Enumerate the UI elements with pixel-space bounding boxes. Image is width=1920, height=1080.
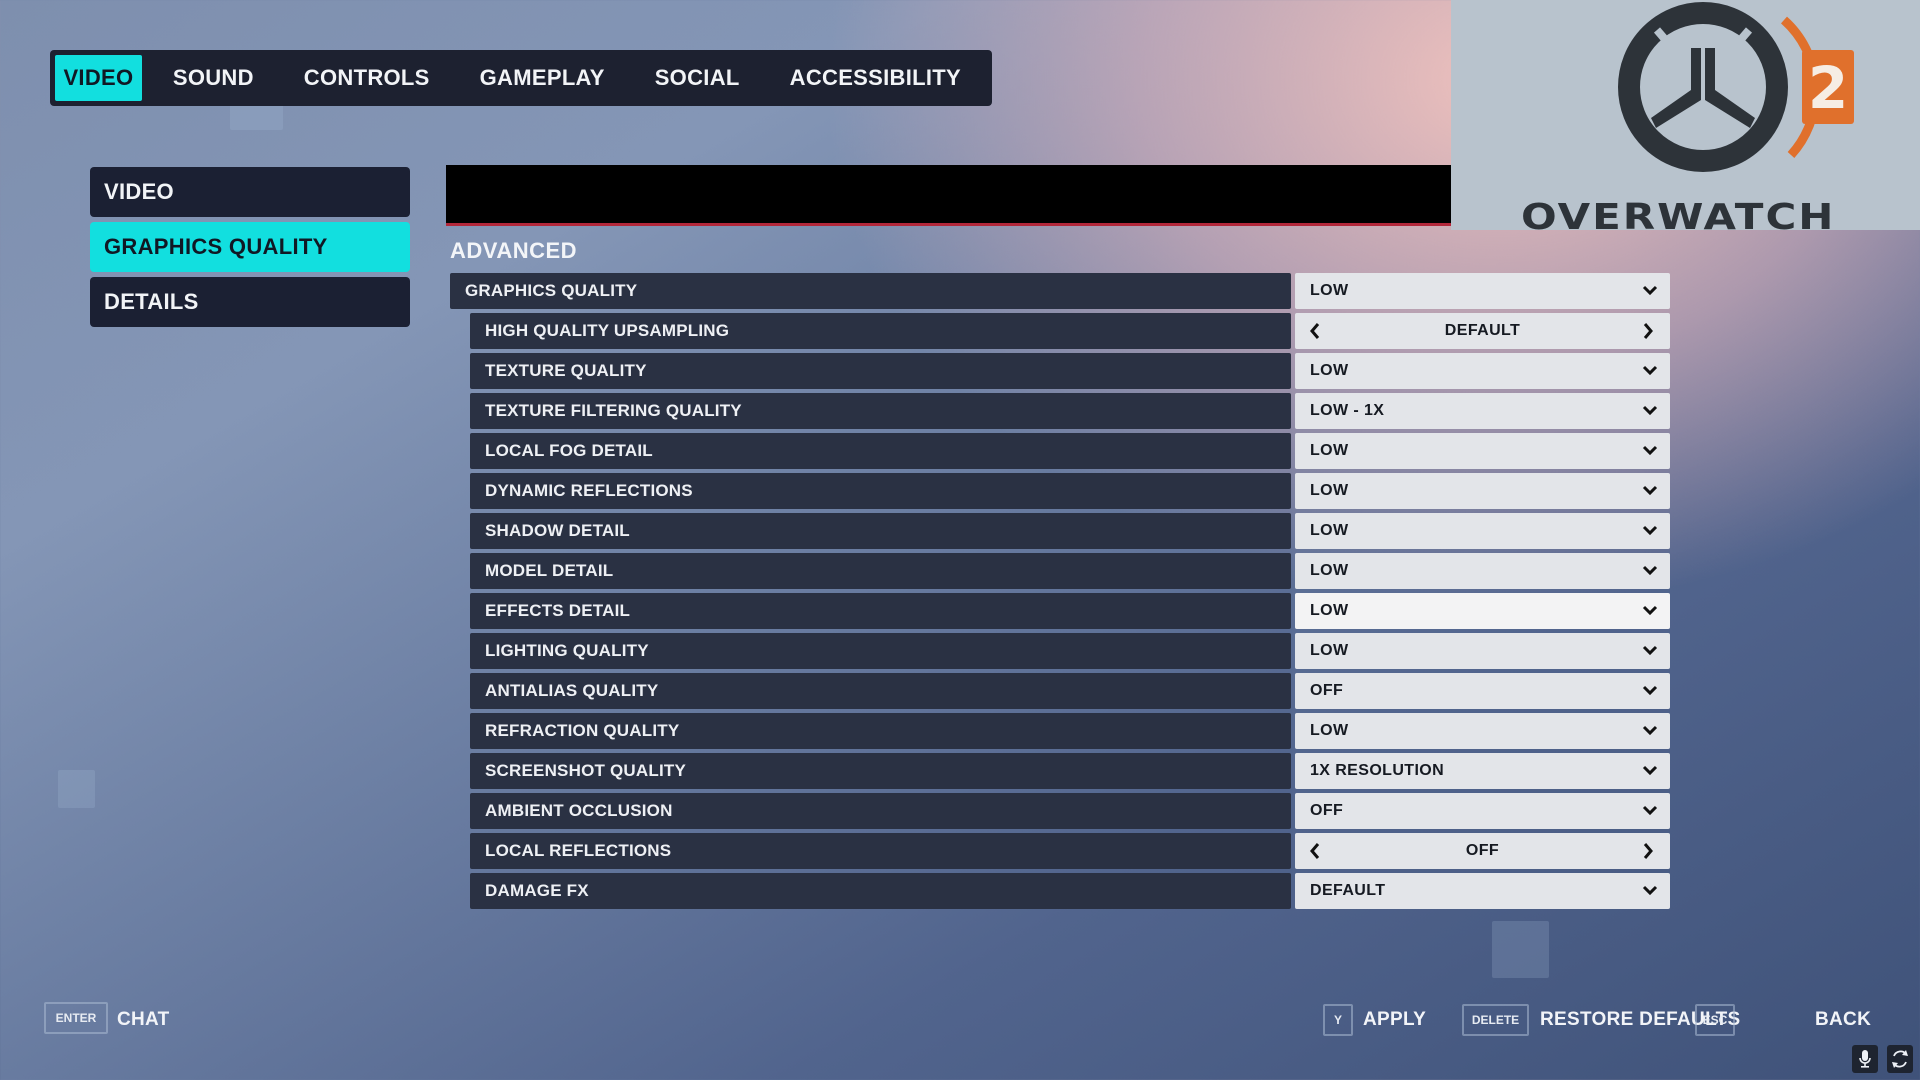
setting-label: TEXTURE QUALITY [470,353,1291,389]
section-title: ADVANCED [450,238,578,263]
overwatch-wordmark: OVERWATCH [1521,195,1836,238]
tab-controls[interactable]: CONTROLS [285,55,449,101]
setting-dropdown[interactable]: LOW [1295,633,1670,669]
chevron-down-icon [1642,683,1658,697]
setting-label: LOCAL REFLECTIONS [470,833,1291,869]
setting-label: SCREENSHOT QUALITY [470,753,1291,789]
setting-dropdown[interactable]: LOW [1295,553,1670,589]
setting-value: LOW [1310,642,1349,659]
setting-label: DYNAMIC REFLECTIONS [470,473,1291,509]
chevron-down-icon [1642,603,1658,617]
setting-value: LOW [1310,602,1349,619]
setting-label: LOCAL FOG DETAIL [470,433,1291,469]
setting-dropdown[interactable]: LOW [1295,433,1670,469]
chevron-down-icon [1642,443,1658,457]
setting-value: LOW [1310,442,1349,459]
setting-dropdown[interactable]: 1X RESOLUTION [1295,753,1670,789]
chevron-down-icon [1642,763,1658,777]
setting-value: LOW - 1X [1310,402,1385,419]
setting-dropdown[interactable]: LOW [1295,713,1670,749]
preview-banner [446,165,1451,226]
setting-dropdown[interactable]: OFF [1295,673,1670,709]
tab-gameplay[interactable]: GAMEPLAY [461,55,624,101]
subnav-video[interactable]: VIDEO [90,167,410,217]
chevron-down-icon [1642,883,1658,897]
setting-label: TEXTURE FILTERING QUALITY [470,393,1291,429]
setting-value: LOW [1310,282,1349,299]
background-decoration [58,770,95,808]
setting-label: DAMAGE FX [470,873,1291,909]
video-subsection-nav: VIDEO GRAPHICS QUALITY DETAILS [90,167,410,332]
setting-dropdown[interactable]: LOW [1295,273,1670,309]
enter-key-badge: ENTER [44,1002,108,1034]
background-decoration [1492,921,1549,978]
chevron-down-icon [1642,483,1658,497]
setting-label: ANTIALIAS QUALITY [470,673,1291,709]
microphone-icon[interactable] [1852,1045,1878,1073]
setting-label: EFFECTS DETAIL [470,593,1291,629]
setting-value: OFF [1465,842,1500,859]
svg-text:2: 2 [1808,54,1848,122]
chevron-down-icon [1642,643,1658,657]
refresh-icon[interactable] [1887,1045,1913,1073]
setting-dropdown[interactable]: LOW [1295,513,1670,549]
chevron-down-icon [1642,523,1658,537]
setting-dropdown[interactable]: LOW [1295,473,1670,509]
apply-label[interactable]: APPLY [1363,1009,1426,1031]
esc-key-badge: ESC [1695,1004,1735,1036]
chevron-down-icon [1642,283,1658,297]
setting-label: AMBIENT OCCLUSION [470,793,1291,829]
tab-sound[interactable]: SOUND [154,55,273,101]
setting-value: LOW [1310,482,1349,499]
setting-label: MODEL DETAIL [470,553,1291,589]
overwatch-emblem-icon: 2 [1618,2,1854,172]
tab-video[interactable]: VIDEO [55,55,142,101]
settings-category-tabs: VIDEO SOUND CONTROLS GAMEPLAY SOCIAL ACC… [50,50,992,106]
setting-dropdown[interactable]: OFF [1295,793,1670,829]
setting-stepper[interactable]: OFF [1295,833,1670,869]
setting-value: OFF [1310,682,1344,699]
chevron-down-icon [1642,403,1658,417]
setting-label: HIGH QUALITY UPSAMPLING [470,313,1291,349]
setting-label: LIGHTING QUALITY [470,633,1291,669]
setting-dropdown[interactable]: DEFAULT [1295,873,1670,909]
setting-label: REFRACTION QUALITY [470,713,1291,749]
chevron-right-icon[interactable] [1642,322,1654,340]
setting-label: GRAPHICS QUALITY [450,273,1291,309]
setting-value: LOW [1310,562,1349,579]
tab-accessibility[interactable]: ACCESSIBILITY [771,55,980,101]
setting-dropdown[interactable]: LOW [1295,353,1670,389]
setting-value: DEFAULT [1310,882,1386,899]
chevron-down-icon [1642,723,1658,737]
chevron-down-icon [1642,363,1658,377]
subnav-details[interactable]: DETAILS [90,277,410,327]
chat-label[interactable]: CHAT [117,1009,170,1031]
chevron-down-icon [1642,803,1658,817]
setting-value: OFF [1310,802,1344,819]
setting-dropdown[interactable]: LOW - 1X [1295,393,1670,429]
subnav-graphics-quality[interactable]: GRAPHICS QUALITY [90,222,410,272]
tab-social[interactable]: SOCIAL [636,55,759,101]
setting-value: 1X RESOLUTION [1310,762,1445,779]
chevron-down-icon [1642,563,1658,577]
overwatch-2-logo: 2 OVERWATCH [1451,0,1920,237]
setting-dropdown[interactable]: LOW [1295,593,1670,629]
setting-stepper[interactable]: DEFAULT [1295,313,1670,349]
setting-value: LOW [1310,722,1349,739]
chevron-right-icon[interactable] [1642,842,1654,860]
y-key-badge: Y [1323,1004,1353,1036]
setting-value: LOW [1310,362,1349,379]
setting-value: DEFAULT [1444,322,1521,339]
back-label[interactable]: BACK [1815,1009,1871,1031]
setting-label: SHADOW DETAIL [470,513,1291,549]
delete-key-badge: DELETE [1462,1004,1529,1036]
chevron-left-icon[interactable] [1309,322,1321,340]
chevron-left-icon[interactable] [1309,842,1321,860]
setting-value: LOW [1310,522,1349,539]
